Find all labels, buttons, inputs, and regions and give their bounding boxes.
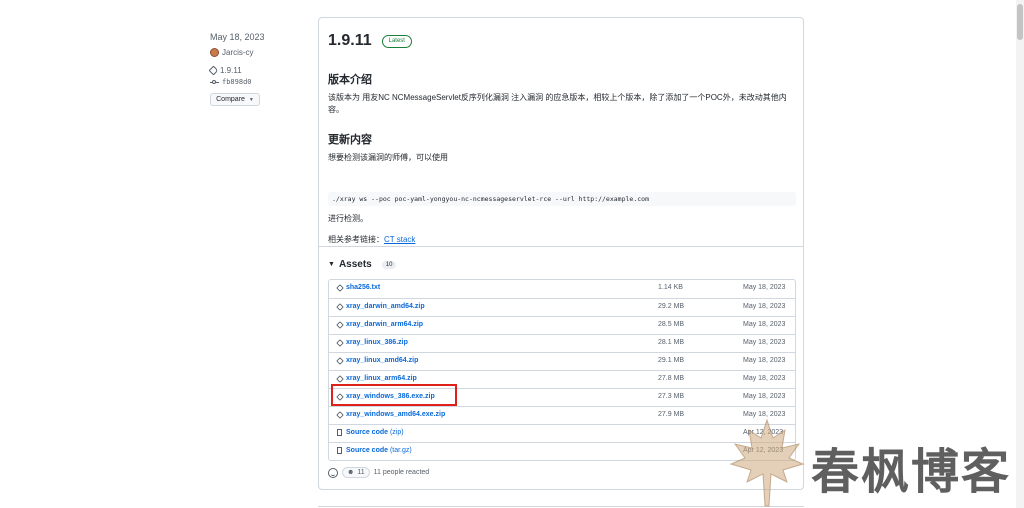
file-zip-icon	[337, 429, 342, 436]
file-zip-icon	[337, 447, 342, 454]
watermark-text: 春枫博客	[811, 444, 1012, 500]
asset-name[interactable]: sha256.txt	[346, 284, 380, 291]
assets-label: Assets	[338, 259, 372, 270]
tag-icon	[208, 65, 219, 75]
asset-date: May 18, 2023	[743, 303, 786, 310]
asset-date: May 18, 2023	[743, 284, 786, 291]
assets-toggle[interactable]: ▼ Assets 10	[328, 259, 397, 270]
add-reaction-smiley-icon[interactable]	[328, 467, 338, 478]
after-command-text: 进行检测。	[328, 214, 368, 223]
asset-name[interactable]: xray_linux_amd64.zip	[346, 357, 418, 364]
author-name[interactable]: Jarcis-cy	[222, 48, 254, 57]
asset-row[interactable]: xray_windows_amd64.exe.zip 27.9 MB May 18,…	[329, 406, 795, 424]
reactions-summary: 11 people reacted	[373, 469, 430, 476]
asset-row[interactable]: sha256.txt 1.14 KB May 18, 2023	[329, 280, 795, 298]
asset-row[interactable]: xray_linux_amd64.zip 29.1 MB May 18, 2023	[329, 352, 795, 370]
compare-button[interactable]: Compare ▼	[210, 93, 260, 106]
asset-size: 27.9 MB	[658, 411, 685, 418]
reactions-bar: ☻ 11 11 people reacted	[328, 467, 429, 478]
release-date: May 18, 2023	[210, 32, 265, 42]
commit-hash[interactable]: fb898d0	[222, 78, 252, 86]
release-meta: May 18, 2023 Jarcis-cy 1.9.11 fb898d0 Co…	[208, 30, 300, 106]
asset-name-link[interactable]: Source code (tar.gz)	[346, 447, 412, 454]
section-divider	[319, 246, 803, 247]
asset-name-link[interactable]: xray_linux_arm64.zip	[346, 375, 417, 382]
asset-row[interactable]: Source code (zip) Apr 12, 2023	[329, 424, 795, 442]
asset-size: 28.1 MB	[658, 339, 685, 346]
package-icon	[336, 321, 344, 329]
asset-date: May 18, 2023	[743, 321, 786, 328]
asset-date: May 18, 2023	[743, 357, 786, 364]
package-icon	[336, 357, 344, 365]
asset-row[interactable]: Source code (tar.gz) Apr 12, 2023	[329, 442, 795, 460]
ref-prefix: 相关参考链接：	[328, 235, 384, 244]
asset-name[interactable]: Source code	[346, 447, 388, 454]
asset-name[interactable]: xray_darwin_arm64.zip	[346, 321, 423, 328]
asset-name[interactable]: xray_windows_amd64.exe.zip	[346, 411, 445, 418]
assets-count-badge: 10	[381, 260, 397, 269]
release-title-row: 1.9.11 Latest	[328, 32, 412, 50]
tag-name[interactable]: 1.9.11	[220, 66, 242, 75]
asset-size: 27.8 MB	[658, 375, 685, 382]
asset-date: May 18, 2023	[743, 375, 786, 382]
asset-name[interactable]: xray_linux_386.zip	[346, 339, 408, 346]
commit-row[interactable]: fb898d0	[210, 77, 300, 87]
asset-size: 1.14 KB	[658, 284, 683, 291]
asset-date: Apr 12, 2023	[743, 447, 784, 454]
asset-date: May 18, 2023	[743, 339, 786, 346]
asset-date: May 18, 2023	[743, 411, 786, 418]
author-row[interactable]: Jarcis-cy	[210, 47, 300, 57]
package-icon	[336, 375, 344, 383]
package-icon	[336, 411, 344, 419]
highlight-box	[331, 384, 457, 406]
asset-name-link[interactable]: sha256.txt	[346, 284, 380, 291]
assets-list: sha256.txt 1.14 KB May 18, 2023 xray_darwin…	[328, 279, 796, 461]
scrollbar-thumb[interactable]	[1017, 4, 1023, 40]
next-release-border	[318, 506, 804, 507]
caret-down-icon: ▼	[328, 261, 335, 268]
asset-size: 27.3 MB	[658, 393, 685, 400]
compare-label: Compare	[216, 96, 245, 103]
package-icon	[336, 303, 344, 311]
asset-name[interactable]: Source code	[346, 429, 388, 436]
release-version[interactable]: 1.9.11	[328, 32, 372, 50]
asset-size: 29.2 MB	[658, 303, 685, 310]
usage-text: 想要检测该漏洞的师傅，可以使用	[328, 153, 448, 162]
asset-name[interactable]: xray_linux_arm64.zip	[346, 375, 417, 382]
asset-name-link[interactable]: xray_linux_amd64.zip	[346, 357, 418, 364]
package-icon	[336, 284, 344, 292]
asset-name-link[interactable]: xray_darwin_arm64.zip	[346, 321, 423, 328]
asset-name-link[interactable]: Source code (zip)	[346, 429, 404, 436]
asset-name-link[interactable]: xray_windows_amd64.exe.zip	[346, 411, 445, 418]
asset-date: Apr 12, 2023	[743, 429, 784, 436]
update-heading: 更新内容	[328, 134, 372, 146]
ct-stack-link[interactable]: CT stack	[384, 235, 415, 244]
asset-size: 28.5 MB	[658, 321, 685, 328]
reaction-count: 11	[357, 469, 365, 476]
commit-icon	[210, 79, 219, 84]
latest-badge: Latest	[381, 34, 412, 48]
asset-format[interactable]: (zip)	[390, 429, 404, 436]
asset-name-link[interactable]: xray_darwin_amd64.zip	[346, 303, 425, 310]
package-icon	[336, 339, 344, 347]
reference-link-row: 相关参考链接：CT stack	[328, 234, 415, 246]
asset-name-link[interactable]: xray_linux_386.zip	[346, 339, 408, 346]
asset-name[interactable]: xray_darwin_amd64.zip	[346, 303, 425, 310]
chevron-down-icon: ▼	[248, 96, 254, 103]
asset-date: May 18, 2023	[743, 393, 786, 400]
intro-heading: 版本介绍	[328, 74, 372, 86]
release-card: 1.9.11 Latest 版本介绍 该版本为 用友NC NCMessageSe…	[318, 17, 804, 490]
avatar[interactable]	[210, 47, 219, 57]
asset-row[interactable]: xray_darwin_arm64.zip 28.5 MB May 18, 2023	[329, 316, 795, 334]
command-code-block: ./xray ws --poc poc-yaml-yongyou-nc-ncme…	[328, 192, 796, 206]
asset-size: 29.1 MB	[658, 357, 685, 364]
asset-format[interactable]: (tar.gz)	[390, 447, 412, 454]
reaction-pill[interactable]: ☻ 11	[342, 467, 370, 478]
emoji-icon: ☻	[347, 469, 355, 476]
asset-row[interactable]: xray_linux_386.zip 28.1 MB May 18, 2023	[329, 334, 795, 352]
page-scrollbar[interactable]	[1016, 0, 1024, 508]
intro-text: 该版本为 用友NC NCMessageServlet反序列化漏洞 注入漏洞 的应…	[328, 93, 787, 114]
tag-row[interactable]: 1.9.11	[208, 65, 300, 75]
asset-row[interactable]: xray_darwin_amd64.zip 29.2 MB May 18, 2023	[329, 298, 795, 316]
